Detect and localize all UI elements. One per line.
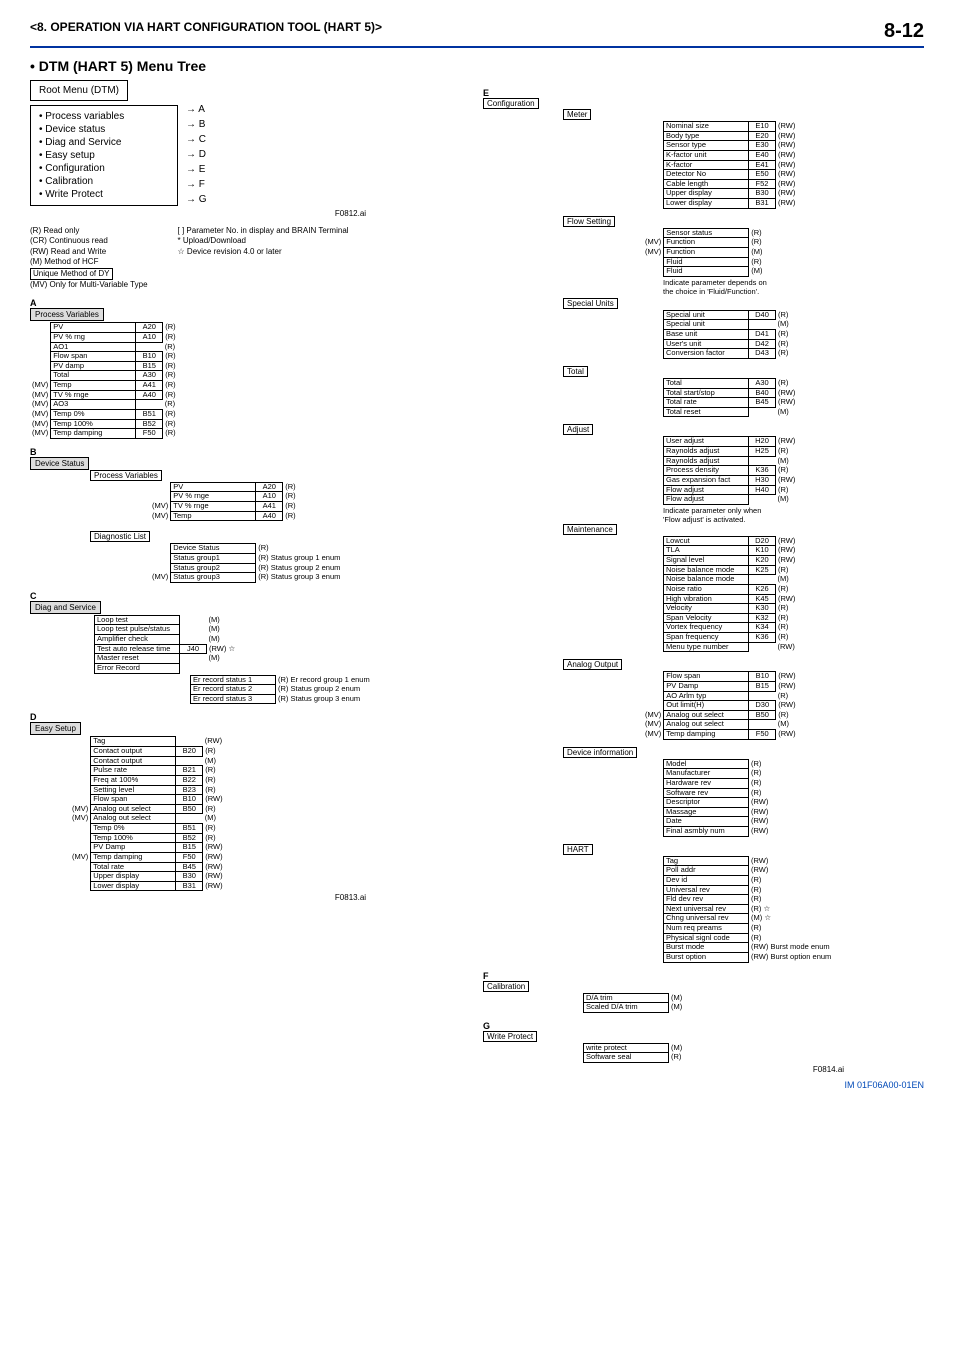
section-title: • DTM (HART 5) Menu Tree [30,58,924,74]
fig-id: F0812.ai [230,209,471,218]
footer-doc-id: IM 01F06A00-01EN [844,1080,924,1090]
root-menu-list: • Process variables• Device status• Diag… [30,105,178,206]
page-number: 8-12 [884,20,924,43]
chapter-title: <8. OPERATION VIA HART CONFIGURATION TOO… [30,20,382,43]
group-d: Easy Setup [30,722,81,735]
group-a-table: PVA20(R)PV % rngA10(R)AO1(R)Flow spanB10… [30,322,178,439]
legend: (R) Read only (CR) Continuous read (RW) … [30,226,471,290]
group-f: Calibration [483,981,529,992]
group-e: Configuration [483,98,539,109]
group-g: Write Protect [483,1031,537,1042]
group-a: Process Variables [30,308,104,321]
group-c: Diag and Service [30,601,101,614]
root-menu-box: Root Menu (DTM) [30,80,128,101]
group-b: Device Status [30,457,89,470]
